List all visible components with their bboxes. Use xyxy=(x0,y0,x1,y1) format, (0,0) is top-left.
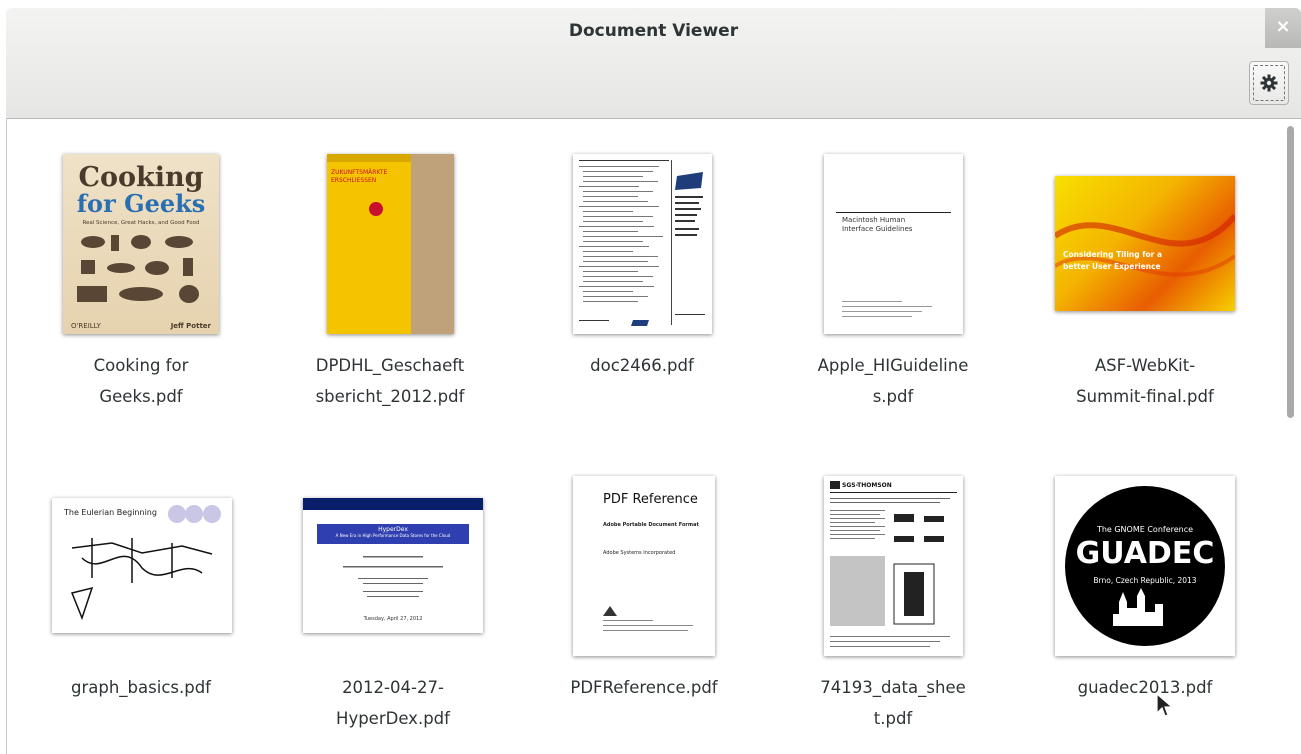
window-title: Document Viewer xyxy=(568,21,739,41)
cover-top-band xyxy=(327,154,411,162)
document-name: ASF-WebKit- Summit-final.pdf xyxy=(1035,350,1255,412)
cover-title-2: Adobe Portable Document Format xyxy=(603,522,699,528)
cover-graph-illustration xyxy=(70,505,221,621)
adobe-logo-icon xyxy=(603,606,617,616)
document-name: PDFReference.pdf xyxy=(534,672,754,703)
document-thumbnail-area: SGS-THOMSON xyxy=(783,472,1003,672)
document-item[interactable]: SGS-THOMSON 74193_data_shee t.pdf xyxy=(783,472,1003,734)
document-name: DPDHL_Geschaeft sbericht_2012.pdf xyxy=(280,350,500,412)
cover-title-2: Interface Guidelines xyxy=(842,225,913,233)
cover-title: ZUKUNFTSMÄRKTE xyxy=(331,169,388,176)
cover-subtitle: Real Science, Great Hacks, and Good Food xyxy=(82,220,200,226)
document-name: doc2466.pdf xyxy=(532,350,752,381)
document-thumbnail-area: The Eulerian Beginning xyxy=(31,472,251,672)
document-item[interactable]: The GNOME Conference GUADEC Brno, Czech … xyxy=(1035,472,1255,703)
document-name: 2012-04-27- HyperDex.pdf xyxy=(283,672,503,734)
document-thumbnail-area xyxy=(532,150,752,350)
cover-title-2: A New Era in High Performance Data Store… xyxy=(335,533,451,538)
document-thumbnail: Cooking for Geeks Real Science, Great Ha… xyxy=(63,154,219,334)
document-name-line-2: sbericht_2012.pdf xyxy=(315,387,465,406)
document-name-line-1: doc2466.pdf xyxy=(590,356,694,375)
mouse-pointer-icon xyxy=(1156,693,1174,717)
document-name: guadec2013.pdf xyxy=(1035,672,1255,703)
cover-title: PDF Reference xyxy=(603,492,698,507)
document-name-line-1: 74193_data_shee xyxy=(820,678,966,697)
document-name: Cooking for Geeks.pdf xyxy=(31,350,251,412)
cover-title-2: better User Experience xyxy=(1063,262,1161,271)
document-item[interactable]: HyperDex A New Era in High Performance D… xyxy=(283,472,503,734)
cover-rule xyxy=(836,212,951,213)
datasheet-preview xyxy=(830,481,957,647)
scrollbar-thumb[interactable] xyxy=(1287,126,1294,418)
cover-date: Tuesday, April 27, 2012 xyxy=(363,616,423,622)
document-thumbnail-area: PDF Reference Adobe Portable Document Fo… xyxy=(534,472,754,672)
document-name-line-1: DPDHL_Geschaeft xyxy=(315,356,465,375)
document-name-line-2: s.pdf xyxy=(872,387,914,406)
close-button[interactable]: × xyxy=(1265,8,1301,48)
cover-yellow-panel: ZUKUNFTSMÄRKTE ERSCHLIESSEN xyxy=(327,154,411,334)
document-thumbnail-area: Macintosh Human Interface Guidelines xyxy=(783,150,1003,350)
document-name-line-2: t.pdf xyxy=(873,709,913,728)
cover-title-2: ERSCHLIESSEN xyxy=(331,177,377,184)
settings-button[interactable] xyxy=(1249,61,1289,105)
document-thumbnail-area: Considering Tiling for a better User Exp… xyxy=(1035,150,1255,350)
document-name-line-2: HyperDex.pdf xyxy=(336,709,450,728)
document-thumbnail-area: Cooking for Geeks Real Science, Great Ha… xyxy=(31,150,251,350)
content-border xyxy=(6,118,7,754)
cover-title: HyperDex xyxy=(378,526,408,533)
document-viewer-window: Document Viewer × Cooking for Geeks Real… xyxy=(0,0,1301,754)
document-name-line-2: Geeks.pdf xyxy=(99,387,183,406)
document-thumbnail-area: HyperDex A New Era in High Performance D… xyxy=(283,472,503,672)
document-name: graph_basics.pdf xyxy=(31,672,251,703)
cover-illustration xyxy=(77,235,199,303)
document-name-line-1: Cooking for xyxy=(93,356,189,375)
document-name: 74193_data_shee t.pdf xyxy=(783,672,1003,734)
document-thumbnail-area: The GNOME Conference GUADEC Brno, Czech … xyxy=(1035,472,1255,672)
cover-wave xyxy=(1055,214,1235,277)
document-item[interactable]: The Eulerian Beginning graph_basics.pdf xyxy=(31,472,251,703)
document-thumbnail xyxy=(573,154,712,334)
document-item[interactable]: Considering Tiling for a better User Exp… xyxy=(1035,150,1255,412)
cover-title: Considering Tiling for a xyxy=(1063,250,1163,259)
document-thumbnail: The Eulerian Beginning xyxy=(52,498,232,633)
cover-publisher: O'REILLY xyxy=(71,322,101,330)
document-thumbnail: ZUKUNFTSMÄRKTE ERSCHLIESSEN xyxy=(327,154,454,334)
document-item[interactable]: doc2466.pdf xyxy=(532,150,752,381)
cover-top-band xyxy=(303,498,483,510)
document-item[interactable]: Cooking for Geeks Real Science, Great Ha… xyxy=(31,150,251,412)
document-item[interactable]: ZUKUNFTSMÄRKTE ERSCHLIESSEN DPDHL_Gescha… xyxy=(280,150,500,412)
cover-author: Jeff Potter xyxy=(170,322,211,330)
document-thumbnail: HyperDex A New Era in High Performance D… xyxy=(303,498,483,633)
document-name-line-1: 2012-04-27- xyxy=(342,678,444,697)
cover-publisher: Adobe Systems Incorporated xyxy=(603,550,676,556)
document-thumbnail: Macintosh Human Interface Guidelines xyxy=(824,154,963,334)
document-name: Apple_HIGuideline s.pdf xyxy=(783,350,1003,412)
cover-title-box: HyperDex A New Era in High Performance D… xyxy=(317,524,469,544)
document-name-line-2: Summit-final.pdf xyxy=(1076,387,1214,406)
gear-icon xyxy=(1260,74,1278,92)
document-thumbnail: The GNOME Conference GUADEC Brno, Czech … xyxy=(1055,476,1235,656)
cover-title-2: for Geeks xyxy=(76,189,206,218)
document-thumbnail: SGS-THOMSON xyxy=(824,476,963,656)
document-name-line-1: guadec2013.pdf xyxy=(1077,678,1213,697)
page-text-preview xyxy=(579,160,705,326)
header-bar: Document Viewer × xyxy=(6,8,1301,119)
document-thumbnail: Considering Tiling for a better User Exp… xyxy=(1055,176,1235,311)
city-skyline-illustration xyxy=(1113,588,1163,626)
document-name-line-1: Apple_HIGuideline xyxy=(817,356,969,375)
document-thumbnail: PDF Reference Adobe Portable Document Fo… xyxy=(573,476,715,656)
cover-small-text xyxy=(842,301,932,317)
document-name-line-1: PDFReference.pdf xyxy=(570,678,718,697)
document-thumbnail-area: ZUKUNFTSMÄRKTE ERSCHLIESSEN xyxy=(280,150,500,350)
document-item[interactable]: PDF Reference Adobe Portable Document Fo… xyxy=(534,472,754,703)
cover-title: Macintosh Human xyxy=(842,216,906,224)
cover-author-lines xyxy=(343,556,443,597)
cover-emblem xyxy=(369,202,383,216)
cover-small-text xyxy=(603,620,693,631)
document-name-line-1: ASF-WebKit- xyxy=(1094,356,1196,375)
document-item[interactable]: Macintosh Human Interface Guidelines App… xyxy=(783,150,1003,412)
vertical-scrollbar[interactable] xyxy=(1285,122,1295,752)
document-name-line-1: graph_basics.pdf xyxy=(71,678,211,697)
